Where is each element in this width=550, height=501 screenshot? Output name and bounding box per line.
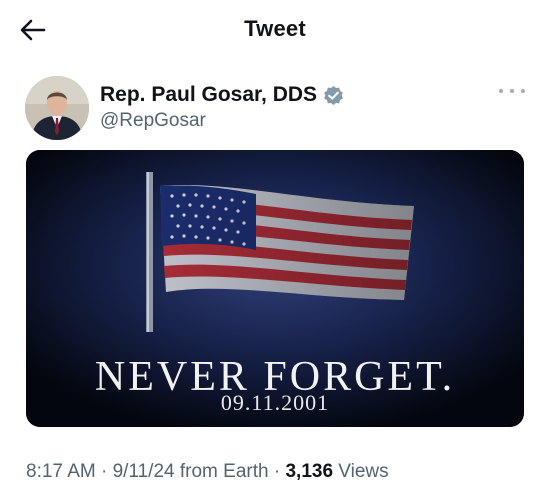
tweet-image[interactable]: NEVER FORGET. 09.11.2001	[26, 150, 524, 427]
tweet-date[interactable]: 9/11/24	[113, 461, 175, 482]
top-bar: Tweet	[0, 0, 550, 60]
views-count: 3,136	[285, 461, 334, 482]
more-horizontal-icon	[499, 89, 503, 93]
display-name[interactable]: Rep. Paul Gosar, DDS	[100, 83, 317, 107]
tweet-meta: 8:17 AM · 9/11/24 from Earth · 3,136 Vie…	[26, 461, 389, 485]
more-options-button[interactable]	[499, 81, 525, 101]
name-row: Rep. Paul Gosar, DDS	[100, 82, 344, 108]
image-date: 09.11.2001	[220, 390, 330, 415]
tweet-time[interactable]: 8:17 AM	[26, 461, 96, 482]
tweet-source: from Earth	[174, 461, 269, 482]
meta-separator: ·	[95, 461, 113, 482]
verified-badge-icon	[324, 85, 343, 105]
views-label: Views	[333, 461, 389, 482]
tweet-author: Rep. Paul Gosar, DDS @RepGosar	[25, 76, 525, 140]
page-title: Tweet	[244, 16, 306, 41]
user-handle[interactable]: @RepGosar	[100, 110, 206, 132]
meta-separator: ·	[268, 461, 286, 482]
avatar[interactable]	[25, 76, 89, 140]
